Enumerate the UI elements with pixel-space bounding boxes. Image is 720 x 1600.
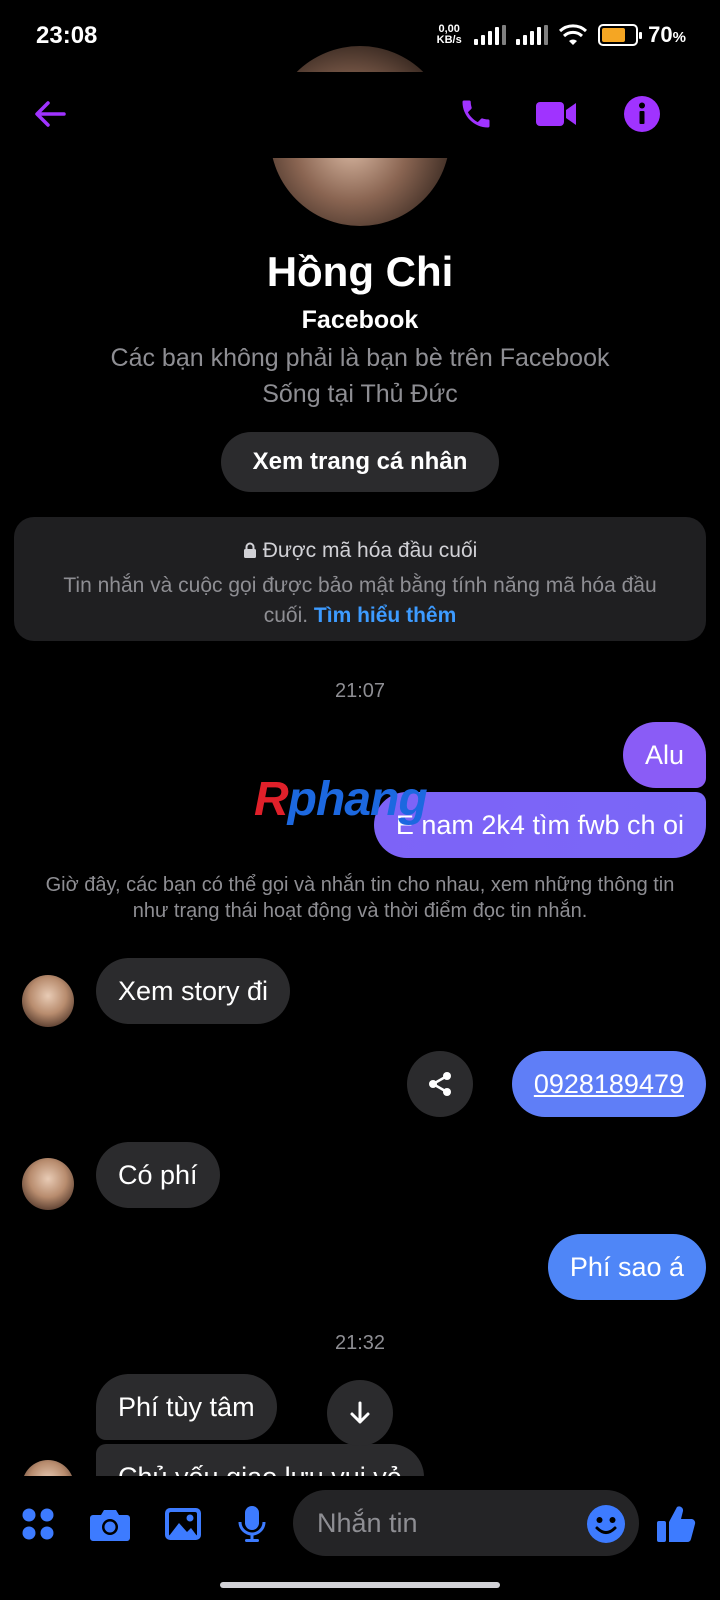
video-camera-icon: [536, 102, 576, 126]
learn-more-link[interactable]: Tìm hiểu thêm: [314, 604, 456, 627]
voice-record-button[interactable]: [226, 1498, 278, 1550]
cell-signal-2-icon: [516, 25, 549, 45]
encryption-notice: Được mã hóa đầu cuối Tin nhắn và cuộc gọ…: [14, 517, 706, 641]
like-button[interactable]: [650, 1498, 702, 1550]
camera-icon: [90, 1510, 130, 1541]
message-composer: [0, 1476, 720, 1572]
apps-button[interactable]: [12, 1498, 64, 1550]
home-indicator[interactable]: [220, 1582, 500, 1588]
friendship-status: Các bạn không phải là bạn bè trên Facebo…: [110, 344, 610, 372]
phone-icon: [462, 100, 490, 128]
battery-icon: [598, 24, 643, 46]
encryption-title-row: Được mã hóa đầu cuối: [14, 539, 706, 563]
status-time: 23:08: [36, 22, 98, 49]
camera-button[interactable]: [84, 1498, 136, 1550]
contact-avatar[interactable]: [22, 1158, 74, 1210]
back-arrow-icon: [35, 101, 66, 127]
apps-grid-icon: [22, 1508, 54, 1540]
cell-signal-1-icon: [474, 25, 507, 45]
video-call-button[interactable]: [528, 86, 584, 142]
microphone-icon: [238, 1506, 266, 1542]
lock-icon: [243, 542, 256, 558]
share-button[interactable]: [407, 1051, 473, 1117]
info-icon: [624, 96, 660, 132]
message-incoming[interactable]: Có phí: [96, 1142, 220, 1208]
share-icon: [429, 1072, 451, 1096]
back-button[interactable]: [22, 86, 78, 142]
message-incoming[interactable]: Xem story đi: [96, 958, 291, 1024]
message-outgoing[interactable]: Alu: [622, 722, 706, 788]
message-phone-link[interactable]: 0928189479: [511, 1051, 706, 1117]
arrow-down-icon: [350, 1401, 370, 1424]
battery-level: [602, 28, 625, 42]
timestamp: 21:32: [334, 1332, 386, 1354]
gallery-button[interactable]: [157, 1498, 209, 1550]
emoji-button[interactable]: [580, 1498, 632, 1550]
encryption-description: Tin nhắn và cuộc gọi được bảo mật bằng t…: [63, 574, 657, 627]
contact-avatar[interactable]: [22, 975, 74, 1027]
timestamp: 21:07: [334, 680, 386, 702]
info-button[interactable]: [614, 86, 670, 142]
message-incoming[interactable]: Phí tùy tâm: [96, 1374, 277, 1440]
image-icon: [165, 1508, 201, 1540]
scroll-to-bottom-button[interactable]: [327, 1380, 393, 1446]
system-note: Giờ đây, các bạn có thể gọi và nhắn tin …: [45, 874, 675, 922]
watermark-logo: Rphang: [254, 773, 428, 826]
thumbs-up-icon: [657, 1506, 696, 1543]
battery-percent: 70%: [648, 22, 686, 47]
network-speed: 0,00 KB/s: [434, 24, 464, 46]
status-indicators: 0,00 KB/s 70%: [434, 22, 686, 48]
view-profile-button[interactable]: Xem trang cá nhân: [221, 432, 499, 492]
message-outgoing[interactable]: Phí sao á: [547, 1234, 706, 1300]
emoji-icon: [587, 1505, 625, 1543]
profile-platform: Facebook: [301, 306, 419, 334]
profile-name: Hồng Chi: [266, 248, 454, 295]
profile-location: Sống tại Thủ Đức: [262, 380, 458, 408]
audio-call-button[interactable]: [448, 86, 504, 142]
wifi-icon: [559, 24, 588, 45]
network-speed-unit: KB/s: [436, 34, 462, 46]
encryption-title: Được mã hóa đầu cuối: [262, 539, 478, 562]
chat-header: [0, 72, 720, 154]
